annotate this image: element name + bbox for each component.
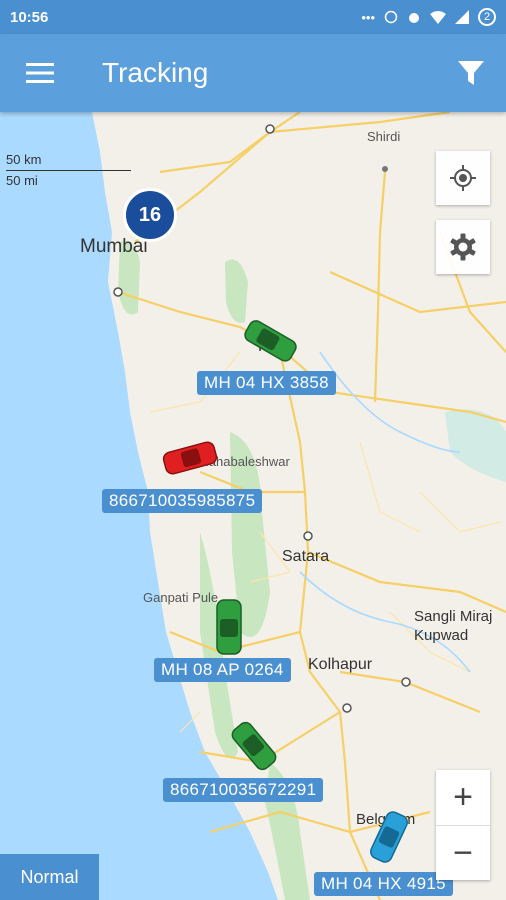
- settings-button[interactable]: [436, 220, 490, 274]
- menu-button[interactable]: [0, 34, 80, 112]
- status-time: 10:56: [10, 8, 49, 26]
- alarm-icon: [409, 13, 419, 23]
- status-icons: ••• 2: [361, 8, 496, 26]
- place-label-shirdi: Shirdi: [367, 129, 401, 144]
- vehicle-car-icon[interactable]: [226, 718, 282, 774]
- crosshair-location-icon: [450, 165, 476, 191]
- map-scale: 50 km 50 mi: [6, 150, 131, 191]
- page-title: Tracking: [102, 57, 209, 88]
- app-bar: Tracking: [0, 34, 506, 112]
- vehicle-car-icon[interactable]: [364, 808, 414, 866]
- signal-icon: [455, 10, 469, 24]
- place-label-ganpatipule: Ganpati Pule: [143, 590, 219, 605]
- map-type-button[interactable]: Normal: [0, 854, 99, 900]
- vehicle-car-icon[interactable]: [242, 318, 300, 362]
- place-label-sangli: Sangli Miraj: [414, 608, 493, 625]
- scale-mi: 50 mi: [6, 173, 38, 188]
- wifi-icon: [430, 10, 446, 24]
- hamburger-menu-icon: [26, 63, 54, 83]
- zoom-controls: + −: [436, 770, 490, 880]
- cluster-marker[interactable]: 16: [123, 188, 177, 242]
- gear-icon: [450, 233, 476, 261]
- filter-button[interactable]: [436, 34, 506, 112]
- map-view[interactable]: 50 km 50 mi Mumbai Shirdi Pune Mahabales…: [0, 112, 506, 900]
- vehicle-label[interactable]: 866710035672291: [163, 778, 324, 802]
- place-label-satara: Satara: [282, 548, 330, 565]
- my-location-button[interactable]: [436, 151, 490, 205]
- filter-icon: [458, 61, 484, 85]
- vehicle-label[interactable]: MH 04 HX 4915: [314, 872, 453, 896]
- place-label-kolhapur: Kolhapur: [308, 656, 373, 673]
- data-saver-icon: [384, 10, 398, 24]
- status-bar: 10:56 ••• 2: [0, 0, 506, 34]
- vehicle-label[interactable]: 866710035985875: [102, 489, 263, 513]
- zoom-in-button[interactable]: +: [436, 770, 490, 825]
- battery-icon: 2: [478, 8, 496, 26]
- vehicle-car-icon[interactable]: [160, 438, 220, 478]
- scale-km: 50 km: [6, 150, 131, 171]
- notification-dots-icon: •••: [361, 9, 375, 25]
- place-label-kupwad: Kupwad: [414, 627, 469, 644]
- vehicle-car-icon[interactable]: [211, 597, 247, 657]
- zoom-out-button[interactable]: −: [436, 826, 490, 881]
- vehicle-label[interactable]: MH 08 AP 0264: [154, 658, 291, 682]
- vehicle-label[interactable]: MH 04 HX 3858: [197, 371, 336, 395]
